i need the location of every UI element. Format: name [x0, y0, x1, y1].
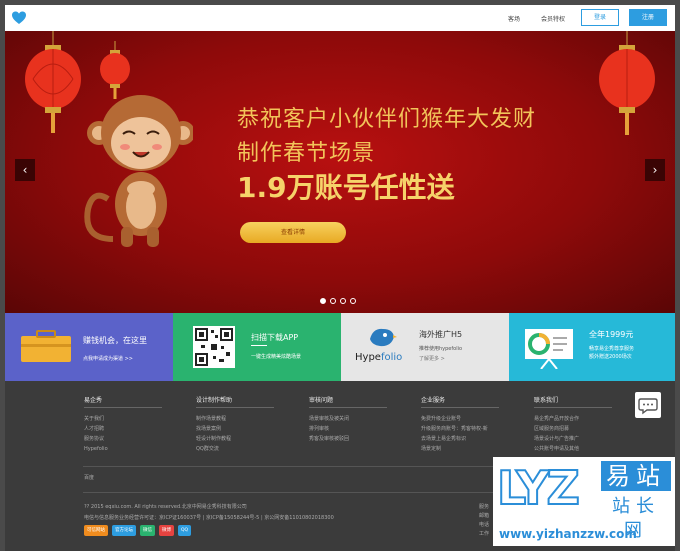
- footer-col-about: 易企秀 关于我们 人才招聘 服务协议 Hypefolio: [84, 395, 162, 454]
- footer-col-enterprise: 企业服务 免费升级企业账号 升级服务商账号：秀客特权-新 去场景上易企秀标识 场…: [421, 395, 499, 454]
- monkey-illustration: [84, 95, 193, 247]
- watermark-title: 易站: [601, 461, 671, 491]
- heart-logo-icon[interactable]: [11, 10, 27, 26]
- footer-link[interactable]: 区域服务商招募: [534, 424, 612, 434]
- footer-link[interactable]: 公共账号申请及其他: [534, 444, 612, 454]
- hypefolio-logo: Hypefolio: [355, 352, 402, 363]
- slide-dot[interactable]: [330, 298, 336, 304]
- hypefolio-logo-hype: Hype: [355, 352, 381, 363]
- feature-earn-card[interactable]: 赚钱机会，在这里 点我申请成为渠道 >>: [5, 313, 173, 381]
- feature-hypefolio-card[interactable]: Hypefolio 海外推广H5 推荐使用hypefolio 了解更多 >: [341, 313, 509, 381]
- footer-col-title: 设计制作帮助: [196, 395, 274, 408]
- footer-link[interactable]: 场景审核及被关闭: [309, 414, 387, 424]
- footer-col-title: 审核问题: [309, 395, 387, 408]
- watermark-url: www.yizhanzzw.com: [499, 527, 637, 541]
- feature-hypefolio-title: 海外推广H5: [419, 330, 463, 339]
- feature-app-title: 扫描下载APP: [251, 333, 299, 342]
- contact-line: 服务: [479, 504, 490, 510]
- footer-col-review: 审核问题 场景审核及被关闭 排列审核 秀客及审核被驳回: [309, 395, 387, 444]
- footer-link[interactable]: 排列审核: [309, 424, 387, 434]
- next-slide-arrow-icon[interactable]: ›: [645, 159, 665, 181]
- feature-hypefolio-link[interactable]: 了解更多 >: [419, 355, 445, 362]
- feature-earn-link[interactable]: 点我申请成为渠道 >>: [83, 355, 133, 362]
- weibo-icon[interactable]: 微博: [159, 525, 174, 536]
- qq-icon[interactable]: QQ: [178, 525, 192, 536]
- footer-link[interactable]: 场景设计与广告推广: [534, 434, 612, 444]
- feature-pricing-sub2: 额外赠送2000场次: [589, 354, 632, 360]
- contact-info: 服务 邮箱 电话 工作: [479, 503, 489, 539]
- feature-app-sub: 一键生成精美炫酷场景: [251, 354, 302, 360]
- feature-strip: 赚钱机会，在这里 点我申请成为渠道 >> 扫描下载APP 一键生成精美炫酷场景: [5, 313, 675, 381]
- footer-link[interactable]: Hypefolio: [84, 444, 162, 454]
- footer-link[interactable]: 轻设计制作教程: [196, 434, 274, 444]
- contact-line: 工作: [479, 531, 490, 537]
- watermark-logo: LYZ 易站 站长网 www.yizhanzzw.com: [493, 457, 675, 546]
- footer-col-help: 设计制作帮助 制作场景教程 找场景案例 轻设计制作教程 QQ群交流: [196, 395, 274, 454]
- wechat-icon[interactable]: 微信: [140, 525, 155, 536]
- speech-bubble-icon: [638, 398, 658, 415]
- footer-link[interactable]: 易企秀产品开放合作: [534, 414, 612, 424]
- login-button[interactable]: 登录: [581, 9, 619, 26]
- hero-banner[interactable]: 恭祝客户小伙伴们猴年大发财 制作春节场景 1.9万账号任性送 查看详情 ‹ ›: [5, 31, 675, 313]
- feature-app-card[interactable]: 扫描下载APP 一键生成精美炫酷场景: [173, 313, 341, 381]
- nav-scenes-link[interactable]: 客场: [508, 14, 520, 23]
- footer-link[interactable]: 关于我们: [84, 414, 162, 424]
- footer-col-title: 联系我们: [534, 395, 612, 408]
- footer-col-contact: 联系我们 易企秀产品开放合作 区域服务商招募 场景设计与广告推广 公共账号申请及…: [534, 395, 612, 454]
- presentation-board-icon: [525, 329, 573, 369]
- feature-pricing-title: 全年1999元: [589, 330, 634, 339]
- top-header: 客场 会员特权 登录 注册: [5, 5, 675, 31]
- lantern-right-icon: [599, 31, 655, 135]
- footer-col-title: 企业服务: [421, 395, 499, 408]
- feature-pricing-card[interactable]: 全年1999元 畅享易企秀尊享服务 额外赠送2000场次: [509, 313, 675, 381]
- banner-headline-1: 恭祝客户小伙伴们猴年大发财: [237, 107, 537, 132]
- prev-slide-arrow-icon[interactable]: ‹: [15, 159, 35, 181]
- slide-indicators: [320, 298, 356, 304]
- feature-earn-title: 赚钱机会，在这里: [83, 336, 147, 345]
- nav-vip-link[interactable]: 会员特权: [541, 14, 565, 23]
- footer-link[interactable]: 制作场景教程: [196, 414, 274, 424]
- briefcase-icon: [21, 330, 71, 362]
- register-button[interactable]: 注册: [629, 9, 667, 26]
- slide-dot[interactable]: [340, 298, 346, 304]
- slide-dot[interactable]: [320, 298, 326, 304]
- contact-line: 邮箱: [479, 513, 490, 519]
- view-details-button[interactable]: 查看详情: [240, 222, 346, 243]
- footer-link[interactable]: 升级服务商账号：秀客特权-新: [421, 424, 499, 434]
- footer-badges: 可信网站 官方论坛 微信 微博 QQ: [84, 525, 192, 536]
- footer-link[interactable]: 服务协议: [84, 434, 162, 444]
- copyright-text: ?? 2015 eqxiu.com. All rights reserved.北…: [84, 504, 247, 510]
- lantern-left-icon: [25, 31, 81, 133]
- contact-line: 电话: [479, 522, 490, 528]
- footer-link[interactable]: 秀客及审核被驳回: [309, 434, 387, 444]
- banner-headline-2: 制作春节场景: [237, 141, 376, 166]
- forum-badge[interactable]: 官方论坛: [112, 525, 136, 536]
- icp-license-text: 电信与信息服务业务经营许可证：京ICP证160037号 | 京ICP备15058…: [84, 515, 334, 521]
- chat-bubble-icon[interactable]: [635, 392, 661, 418]
- watermark-subtitle: 站长网: [612, 496, 660, 541]
- trusted-site-badge[interactable]: 可信网站: [84, 525, 108, 536]
- footer-link[interactable]: 找场景案例: [196, 424, 274, 434]
- banner-headline-3: 1.9万账号任性送: [237, 171, 455, 204]
- bird-icon: [370, 328, 397, 347]
- qr-code-icon: [193, 326, 235, 368]
- footer-col-title: 易企秀: [84, 395, 162, 408]
- footer-link[interactable]: 免费升级企业账号: [421, 414, 499, 424]
- friend-link[interactable]: 百度: [84, 474, 94, 481]
- slide-dot[interactable]: [350, 298, 356, 304]
- footer-link[interactable]: 场景定制: [421, 444, 499, 454]
- watermark-lyz: LYZ: [496, 460, 581, 516]
- footer-link[interactable]: 人才招聘: [84, 424, 162, 434]
- feature-hypefolio-sub: 推荐使用hypefolio: [419, 346, 463, 352]
- feature-pricing-sub: 畅享易企秀尊享服务: [589, 346, 635, 352]
- footer-link[interactable]: QQ群交流: [196, 444, 274, 454]
- footer-link[interactable]: 去场景上易企秀标识: [421, 434, 499, 444]
- divider: [251, 345, 267, 346]
- hypefolio-logo-folio: folio: [380, 352, 403, 363]
